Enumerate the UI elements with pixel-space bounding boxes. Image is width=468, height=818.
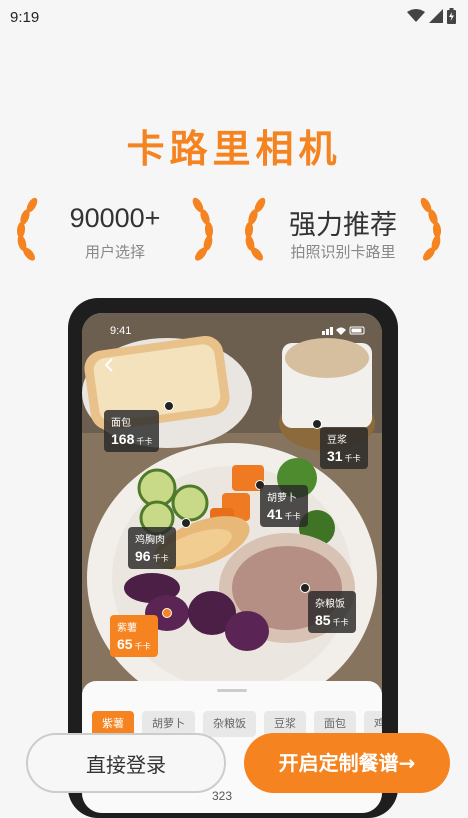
back-icon[interactable]	[104, 357, 114, 373]
food-tag-name: 胡萝卜	[267, 493, 297, 504]
food-tag-calories: 96	[135, 548, 151, 564]
food-tag-name: 面包	[111, 418, 131, 429]
battery-icon	[447, 8, 456, 24]
sheet-handle[interactable]	[217, 689, 247, 692]
food-tag-name: 豆浆	[327, 435, 347, 446]
food-tag-calories: 31	[327, 448, 343, 464]
food-tag-calories: 85	[315, 612, 331, 628]
food-tag-carrot[interactable]: 胡萝卜 41 千卡	[260, 485, 308, 527]
food-tag-unit: 千卡	[332, 618, 349, 627]
wifi-icon	[407, 9, 425, 22]
food-tag-chicken[interactable]: 鸡胸肉 96 千卡	[128, 527, 176, 569]
food-tag-unit: 千卡	[344, 454, 361, 463]
stat-users: 90000+ 用户选择	[10, 195, 220, 275]
tag-dot	[164, 401, 174, 411]
laurel-right-icon	[420, 197, 442, 261]
food-tag-grain-rice[interactable]: 杂粮饭 85 千卡	[308, 591, 356, 633]
chip-grain-rice[interactable]: 杂粮饭	[203, 711, 256, 737]
system-icons	[407, 6, 456, 26]
app-title: 卡路里相机	[126, 127, 342, 171]
tag-dot	[181, 518, 191, 528]
food-tag-unit: 千卡	[134, 642, 151, 651]
food-tag-bread[interactable]: 面包 168 千卡	[104, 410, 160, 452]
food-tag-unit: 千卡	[136, 437, 153, 446]
tag-dot	[162, 608, 172, 618]
laurel-right-icon	[192, 197, 214, 261]
food-tag-calories: 168	[111, 431, 135, 447]
food-tag-unit: 千卡	[284, 512, 301, 521]
food-tag-calories: 41	[267, 506, 283, 522]
start-custom-menu-button[interactable]: 开启定制餐谱→	[244, 733, 450, 793]
direct-login-button[interactable]: 直接登录	[26, 733, 226, 793]
food-tag-name: 紫薯	[117, 623, 137, 634]
phone-status-time: 9:41	[110, 325, 132, 337]
food-tag-calories: 65	[117, 636, 133, 652]
stat-recommend: 强力推荐 拍照识别卡路里	[238, 195, 448, 275]
food-tag-soymilk[interactable]: 豆浆 31 千卡	[320, 427, 368, 469]
food-tag-name: 鸡胸肉	[135, 535, 165, 546]
signal-icon	[429, 9, 443, 23]
food-tag-unit: 千卡	[152, 554, 169, 563]
sheet-calorie-value: 323	[212, 789, 233, 803]
phone-system-icons	[322, 326, 365, 335]
food-tag-name: 杂粮饭	[315, 599, 345, 610]
status-time: 9:19	[10, 9, 40, 26]
status-bar: 9:19	[0, 0, 468, 34]
food-tag-purple-potato[interactable]: 紫薯 65 千卡	[110, 615, 158, 657]
